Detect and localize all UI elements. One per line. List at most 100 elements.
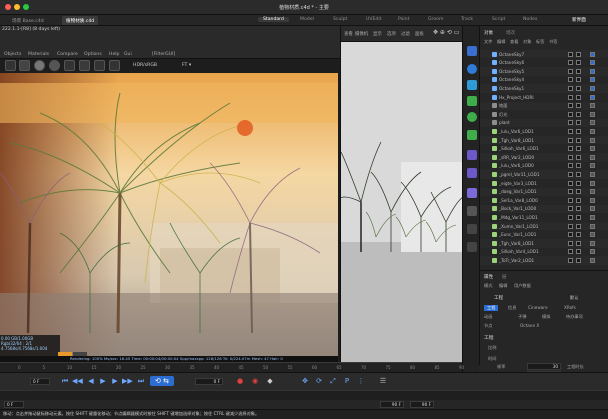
focus-icon[interactable]: [94, 60, 105, 71]
render-toggle[interactable]: [576, 206, 581, 212]
color-mode-select[interactable]: HDR/sRGB: [133, 63, 157, 68]
visibility-toggle[interactable]: [568, 120, 573, 126]
collapse-scale[interactable]: 比例: [488, 345, 496, 351]
object-row[interactable]: OctaneSky6: [480, 59, 608, 67]
settings-icon[interactable]: [19, 60, 30, 71]
tool-field-icon[interactable]: [467, 168, 477, 178]
tag-icon[interactable]: [590, 232, 595, 238]
frame-end-field[interactable]: 90 F: [380, 401, 404, 408]
tag-icon[interactable]: [590, 77, 595, 83]
menu-help[interactable]: Help: [109, 52, 119, 57]
layout-uvedit[interactable]: UVEdit: [366, 17, 381, 22]
object-row[interactable]: _Silkah_Var6_LOD1: [480, 145, 608, 153]
tag-icon[interactable]: [590, 189, 595, 195]
tool-select-icon[interactable]: [467, 46, 477, 56]
tag-icon[interactable]: [590, 103, 595, 109]
timeline-ruler[interactable]: 0 5 10 15 20 25 30 35 40 45 50 55 60 65 70 75 80 85 90: [0, 362, 464, 372]
region-icon[interactable]: [79, 60, 90, 71]
subtab-info[interactable]: 信息: [508, 305, 516, 311]
render-toggle[interactable]: [576, 60, 581, 66]
ft-select[interactable]: FT ▾: [182, 63, 191, 68]
loop-mode-button[interactable]: ⟲ ⇆: [150, 376, 174, 386]
rv-menu-filter[interactable]: 过滤: [401, 31, 410, 37]
menu-compare[interactable]: Compare: [57, 52, 78, 57]
render-toggle[interactable]: [576, 103, 581, 109]
play-icon[interactable]: ▶: [98, 376, 108, 386]
render-toggle[interactable]: [576, 120, 581, 126]
pla-key-icon[interactable]: ⋮: [356, 376, 366, 386]
object-row[interactable]: _Tgh_Var8_LOD1: [480, 239, 608, 248]
subtab-animation[interactable]: 动画: [484, 314, 492, 320]
visibility-toggle[interactable]: [568, 128, 573, 134]
object-row[interactable]: _eigte_Var3_LOD1: [480, 179, 608, 187]
visibility-toggle[interactable]: [568, 94, 573, 100]
visibility-toggle[interactable]: [568, 146, 573, 152]
subtab-project[interactable]: 工程: [484, 305, 499, 311]
object-row[interactable]: _Eunc_Var1_LOD1: [480, 231, 608, 239]
visibility-toggle[interactable]: [568, 60, 573, 66]
render-toggle[interactable]: [576, 214, 581, 220]
scale-key-icon[interactable]: ⤢: [328, 376, 338, 386]
stop-render-icon[interactable]: [5, 60, 16, 71]
sphere-icon[interactable]: [34, 60, 45, 71]
frame-left-field[interactable]: 0 F: [30, 378, 50, 385]
render-toggle[interactable]: [576, 223, 581, 229]
doc-tab-2[interactable]: 植物材质.c4d: [62, 16, 99, 25]
render-toggle[interactable]: [576, 146, 581, 152]
object-row[interactable]: _daeg_Var1_LOD1: [480, 187, 608, 196]
menu-options[interactable]: Options: [84, 52, 102, 57]
visibility-toggle[interactable]: [568, 240, 573, 246]
render-toggle[interactable]: [576, 249, 581, 255]
clay-icon[interactable]: [109, 60, 120, 71]
tool-light-icon[interactable]: [467, 206, 477, 216]
object-row[interactable]: OctaneSky5: [480, 67, 608, 76]
render-toggle[interactable]: [576, 94, 581, 100]
render-toggle[interactable]: [576, 77, 581, 83]
doc-tab-1[interactable]: 场景 Base.c4d: [8, 16, 48, 25]
render-toggle[interactable]: [576, 257, 581, 263]
tool-spline-icon[interactable]: [467, 80, 477, 90]
tool-deformer-icon[interactable]: [467, 150, 477, 160]
rv-menu-options[interactable]: 选项: [387, 31, 396, 37]
visibility-toggle[interactable]: [568, 214, 573, 220]
prev-key-icon[interactable]: ◀◀: [72, 376, 83, 386]
render-toggle[interactable]: [576, 68, 581, 74]
visibility-toggle[interactable]: [568, 249, 573, 255]
tab-layers[interactable]: 层: [502, 274, 507, 280]
tag-icon[interactable]: [590, 120, 595, 126]
rv-menu-view[interactable]: 查看: [344, 31, 353, 37]
visibility-toggle[interactable]: [568, 189, 573, 195]
obj-menu-tags[interactable]: 标签: [536, 39, 544, 45]
render-toggle[interactable]: [576, 180, 581, 186]
object-row[interactable]: _Mdg_Var11_LOD1: [480, 213, 608, 221]
tag-icon[interactable]: [590, 154, 595, 160]
rv-nav-icons[interactable]: ✥ ⊕ ⟲ ▭: [433, 29, 459, 36]
visibility-toggle[interactable]: [568, 68, 573, 74]
tag-icon[interactable]: [590, 60, 595, 66]
rotate-key-icon[interactable]: ⟳: [314, 376, 324, 386]
render-toggle[interactable]: [576, 111, 581, 117]
tag-icon[interactable]: [590, 137, 595, 143]
visibility-toggle[interactable]: [568, 232, 573, 238]
visibility-toggle[interactable]: [568, 257, 573, 263]
object-row[interactable]: 地面: [480, 101, 608, 110]
object-row[interactable]: _pgrel_Var11_LOD1: [480, 170, 608, 179]
visibility-toggle[interactable]: [568, 206, 573, 212]
visibility-toggle[interactable]: [568, 163, 573, 169]
object-row[interactable]: OctaneSky1: [480, 84, 608, 93]
tag-icon[interactable]: [590, 240, 595, 246]
perspective-view[interactable]: 透视视图 工程 网格间距: 100 cm: [340, 42, 462, 372]
tag-icon[interactable]: [590, 249, 595, 255]
visibility-toggle[interactable]: [568, 111, 573, 117]
object-row[interactable]: _Bock_Var1_LOD0: [480, 204, 608, 214]
tag-icon[interactable]: [590, 146, 595, 152]
tab-objects[interactable]: 对象: [484, 30, 493, 36]
param-key-icon[interactable]: P: [342, 376, 352, 386]
tag-icon[interactable]: [590, 223, 595, 229]
menu-gui[interactable]: Gui: [124, 52, 132, 57]
render-toggle[interactable]: [576, 154, 581, 160]
render-toggle[interactable]: [576, 85, 581, 91]
autokey-icon[interactable]: ◉: [250, 376, 260, 386]
timeline-settings-icon[interactable]: ☰: [378, 376, 388, 386]
visibility-toggle[interactable]: [568, 85, 573, 91]
